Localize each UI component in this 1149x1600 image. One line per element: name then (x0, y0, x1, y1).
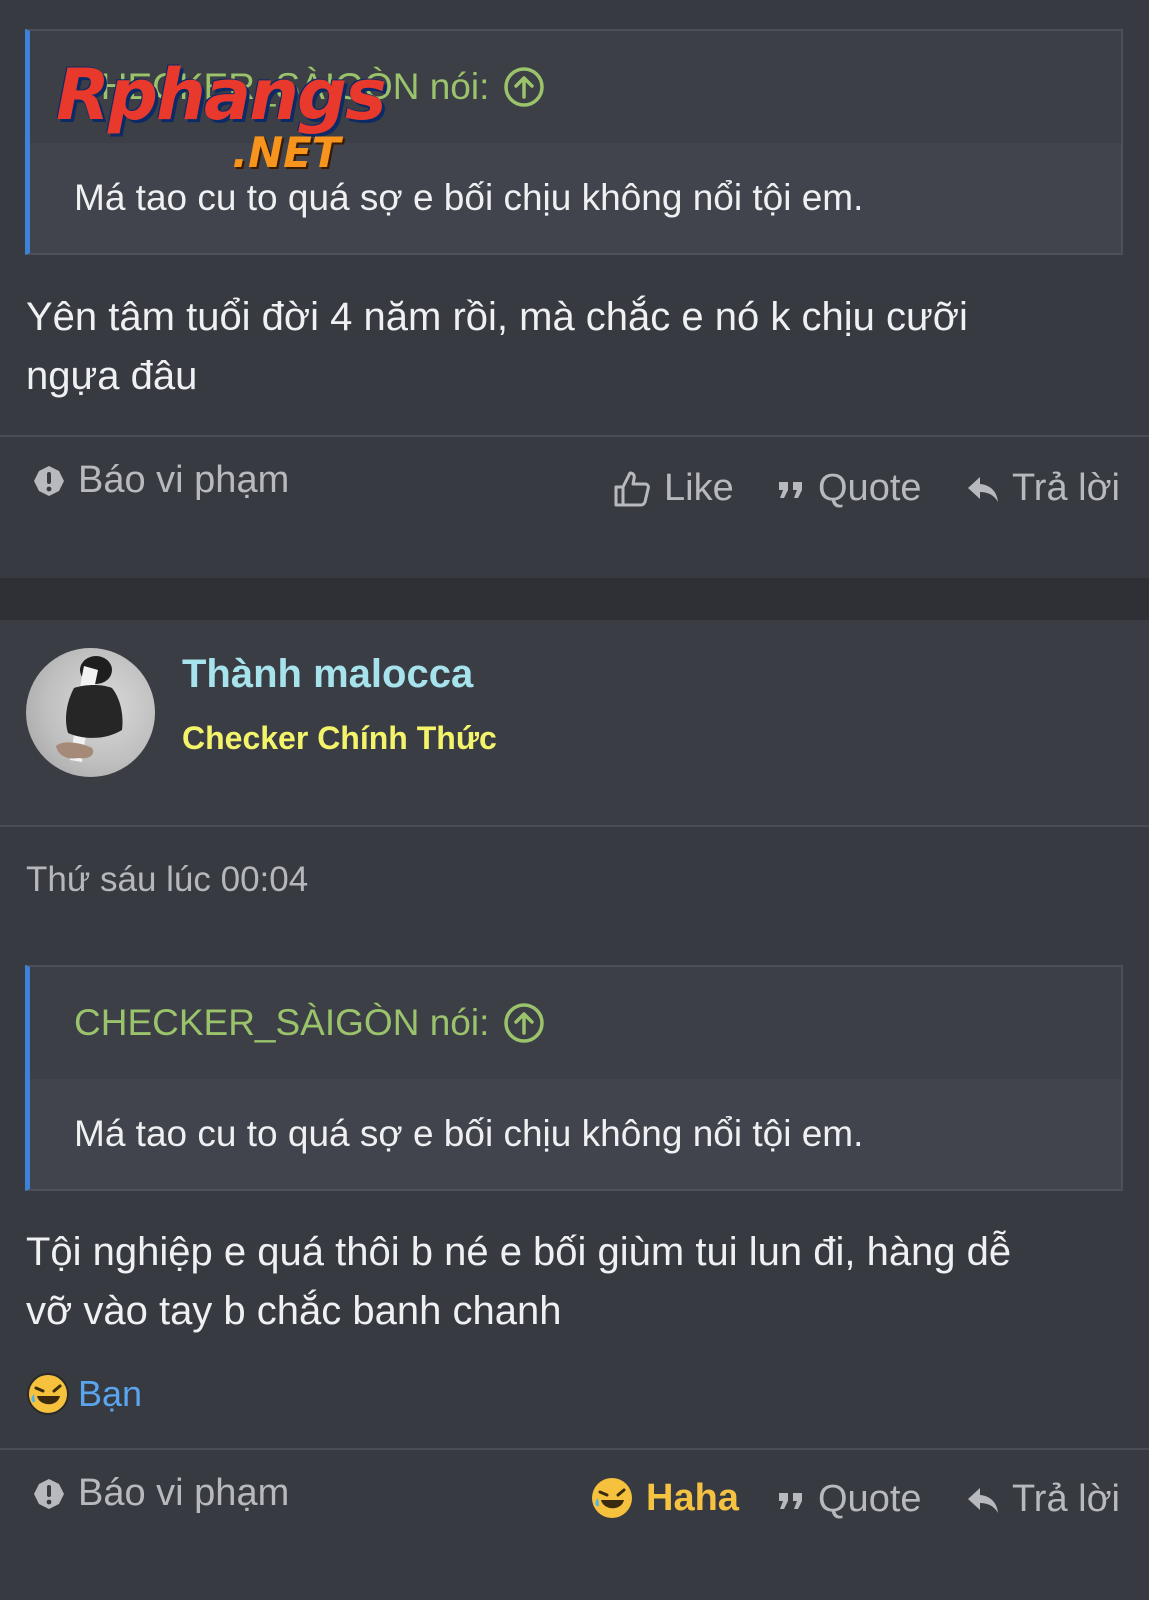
thumbs-up-icon (614, 471, 650, 506)
post-message: Tội nghiệp e quá thôi b né e bối giùm tu… (26, 1223, 1086, 1341)
divider (0, 825, 1149, 827)
reaction-summary[interactable]: Bạn (26, 1372, 142, 1416)
post-actions: Báo vi phạm Like Quote Trả lời (0, 437, 1149, 557)
haha-button[interactable]: Haha (590, 1476, 739, 1520)
quote-button[interactable]: Quote (776, 467, 922, 510)
reply-arrow-icon (968, 1487, 998, 1513)
report-label: Báo vi phạm (78, 459, 290, 501)
author-block: Thành malocca Checker Chính Thức (0, 620, 1149, 825)
reaction-label[interactable]: Bạn (78, 1373, 142, 1415)
quote-label: Quote (818, 1478, 922, 1520)
message-line: vỡ vào tay b chắc banh chanh (26, 1289, 562, 1333)
avatar[interactable] (26, 648, 155, 777)
quote-author[interactable]: CHECKER_SÀIGÒN nói: (74, 1002, 489, 1044)
laughing-emoji-icon (592, 1478, 632, 1518)
author-name[interactable]: Thành malocca (182, 652, 473, 697)
quote-text: Má tao cu to quá sợ e bối chịu không nổi… (30, 1079, 1121, 1189)
quote-author-row[interactable]: CHECKER_SÀIGÒN nói: (30, 967, 1121, 1079)
report-button[interactable]: Báo vi phạm (32, 1472, 289, 1515)
author-title: Checker Chính Thức (182, 720, 497, 756)
message-line: Tội nghiệp e quá thôi b né e bối giùm tu… (26, 1230, 1012, 1274)
alert-icon (34, 465, 64, 496)
quote-block: CHECKER_SÀIGÒN nói: Má tao cu to quá sợ … (25, 965, 1123, 1191)
laughing-emoji-icon (27, 1373, 69, 1415)
reply-button[interactable]: Trả lời (966, 1478, 1120, 1521)
message-line: Yên tâm tuổi đời 4 năm rồi, mà chắc e nó… (26, 295, 968, 339)
watermark-logo: Rphangs .NET (56, 54, 401, 184)
watermark-sub: .NET (232, 128, 341, 177)
reply-arrow-icon (968, 476, 998, 502)
quote-button[interactable]: Quote (776, 1478, 922, 1521)
post-timestamp[interactable]: Thứ sáu lúc 00:04 (26, 860, 308, 900)
like-button[interactable]: Like (612, 467, 734, 510)
post-2: Thành malocca Checker Chính Thức Thứ sáu… (0, 620, 1149, 1600)
reply-label: Trả lời (1012, 467, 1120, 509)
quote-marks-icon (779, 1492, 802, 1509)
arrow-up-circle-icon[interactable] (503, 1002, 545, 1044)
like-label: Like (664, 467, 734, 509)
alert-icon (34, 1478, 64, 1509)
message-line: ngựa đâu (26, 354, 198, 398)
arrow-up-circle-icon[interactable] (503, 66, 545, 108)
quote-marks-icon (779, 481, 802, 498)
report-label: Báo vi phạm (78, 1472, 290, 1514)
post-message: Yên tâm tuổi đời 4 năm rồi, mà chắc e nó… (26, 288, 1086, 406)
reply-button[interactable]: Trả lời (966, 467, 1120, 510)
reply-label: Trả lời (1012, 1478, 1120, 1520)
quote-label: Quote (818, 467, 922, 509)
report-button[interactable]: Báo vi phạm (32, 459, 289, 502)
post-actions: Báo vi phạm Haha Quote Trả lời (0, 1450, 1149, 1570)
haha-label: Haha (646, 1476, 739, 1519)
watermark-main: Rphangs (56, 54, 387, 136)
